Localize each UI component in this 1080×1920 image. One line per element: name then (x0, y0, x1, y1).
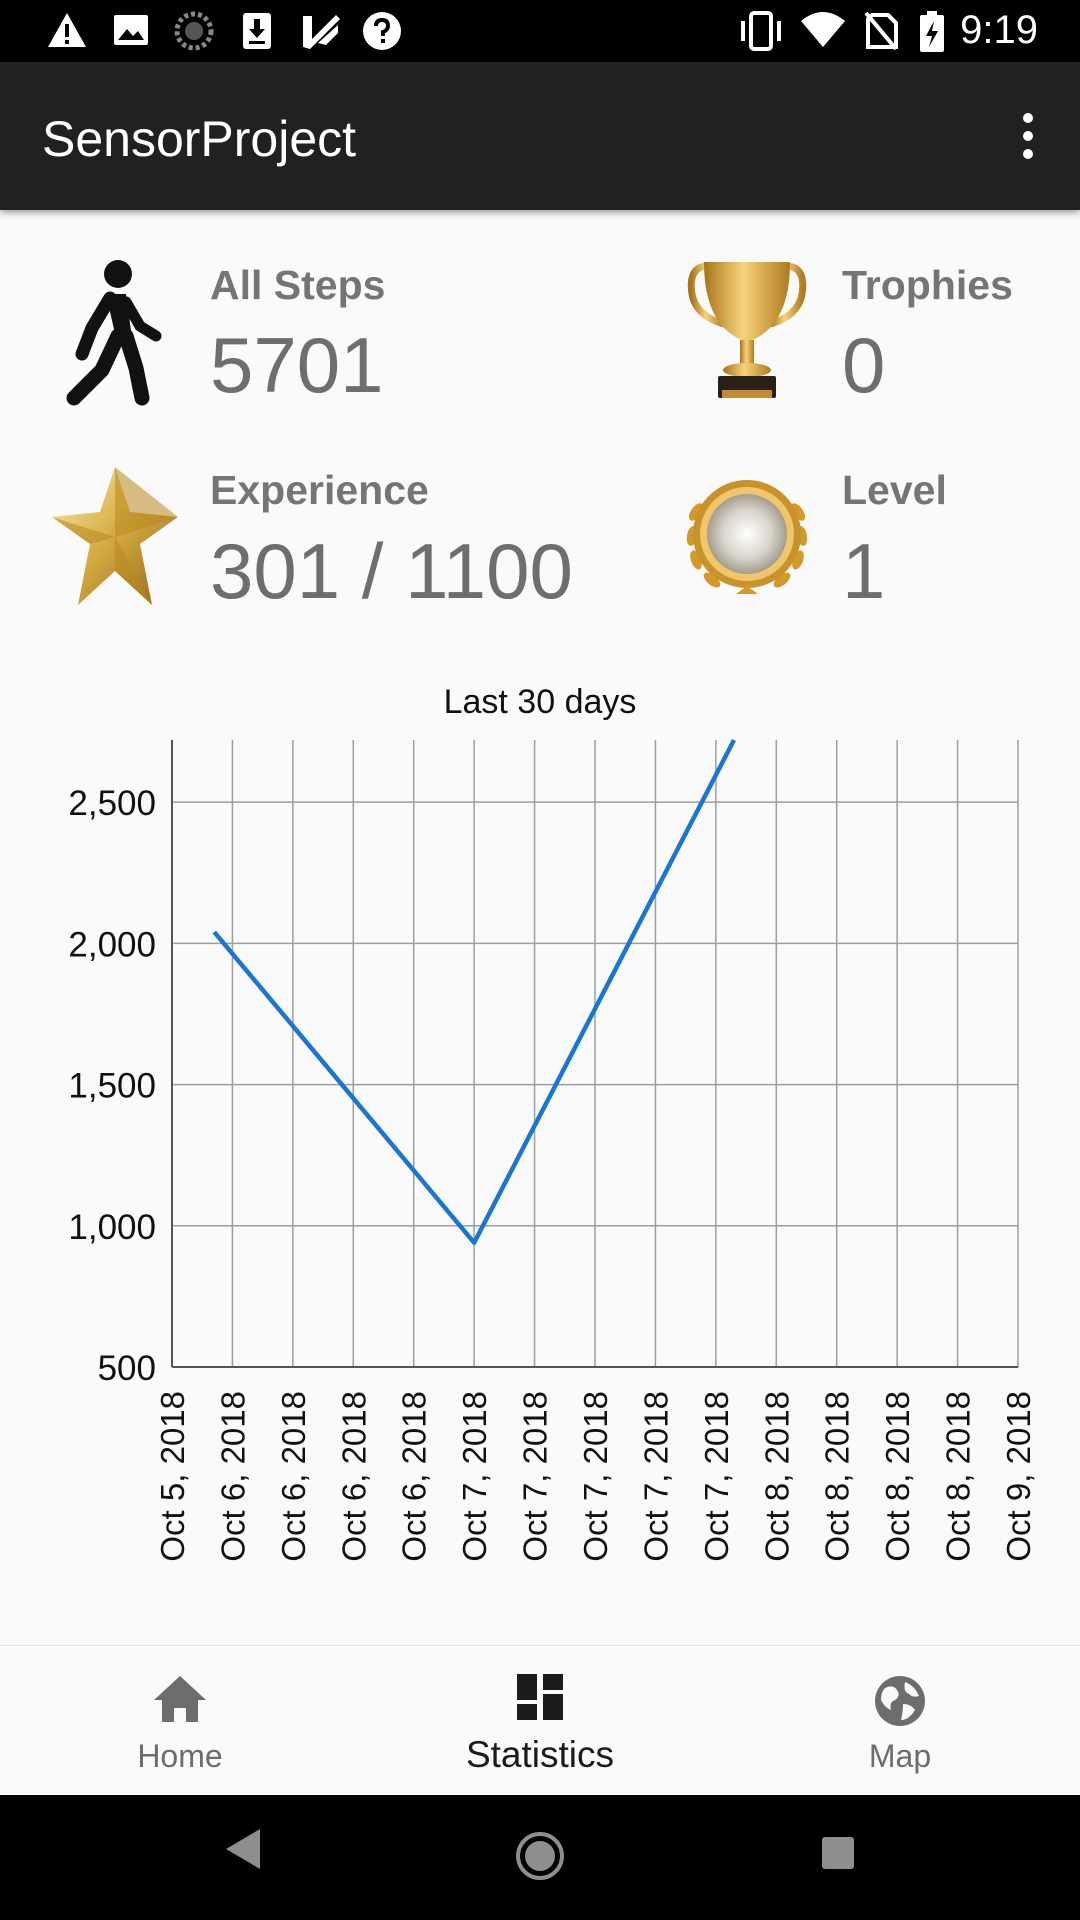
spinner-icon (174, 11, 214, 51)
overflow-menu-icon[interactable] (998, 106, 1058, 166)
x-tick-label: Oct 6, 2018 (396, 1391, 433, 1562)
trophy-icon (687, 262, 807, 398)
nav-statistics-label: Statistics (465, 1734, 615, 1775)
clock: 9:19 (960, 8, 1038, 52)
x-tick-label: Oct 8, 2018 (819, 1391, 856, 1562)
wifi-icon (801, 12, 845, 47)
experience-value: 301 / 1100 (210, 527, 573, 615)
home-circle-icon[interactable] (515, 1831, 565, 1881)
x-tick-label: Oct 8, 2018 (879, 1391, 916, 1562)
x-tick-label: Oct 8, 2018 (940, 1391, 977, 1562)
x-tick-label: Oct 7, 2018 (456, 1391, 493, 1562)
home-icon (154, 1676, 206, 1722)
y-tick-label: 2,000 (68, 925, 156, 964)
download-icon (243, 13, 271, 49)
steps-chart: 500 1,000 1,500 2,000 2,500 Oct 5, 2018 Oct 6,… (68, 738, 1037, 1562)
steps-value: 5701 (210, 321, 384, 409)
help-icon (363, 12, 401, 50)
back-icon[interactable] (222, 1825, 264, 1873)
nav-map-label: Map (868, 1738, 932, 1774)
battery-charging-icon (920, 11, 944, 52)
status-bar: 9:19 (0, 0, 1080, 62)
nav-home-label: Home (137, 1738, 223, 1774)
y-tick-label: 2,500 (68, 784, 156, 823)
warning-icon (48, 13, 86, 47)
chart-title: Last 30 days (443, 683, 637, 721)
x-tick-label: Oct 9, 2018 (1000, 1391, 1037, 1562)
app-title: SensorProject (42, 111, 357, 167)
globe-icon (875, 1676, 925, 1726)
vibrate-icon (741, 11, 781, 51)
y-tick-label: 1,500 (68, 1067, 156, 1106)
nav-map[interactable]: Map (720, 1646, 1080, 1796)
x-tick-label: Oct 7, 2018 (517, 1391, 554, 1562)
level-value: 1 (842, 527, 886, 615)
dashboard-icon (517, 1674, 563, 1720)
recents-icon[interactable] (820, 1835, 856, 1871)
x-tick-label: Oct 6, 2018 (214, 1391, 251, 1562)
x-tick-label: Oct 6, 2018 (335, 1391, 372, 1562)
x-tick-label: Oct 6, 2018 (275, 1391, 312, 1562)
x-tick-label: Oct 5, 2018 (154, 1391, 191, 1562)
system-navigation-bar (0, 1795, 1080, 1920)
nav-home[interactable]: Home (0, 1646, 360, 1796)
walking-icon (66, 260, 162, 406)
trophies-label: Trophies (842, 262, 1013, 308)
task-icon (303, 15, 340, 49)
x-tick-label: Oct 7, 2018 (698, 1391, 735, 1562)
x-tick-label: Oct 7, 2018 (577, 1391, 614, 1562)
level-label: Level (842, 467, 947, 513)
experience-label: Experience (210, 467, 429, 513)
medal-icon (686, 480, 808, 594)
image-icon (114, 15, 148, 45)
bottom-navigation: Home Statistics Map (0, 1645, 1080, 1796)
app-bar: SensorProject (0, 62, 1080, 210)
no-sim-icon (864, 11, 898, 51)
star-icon (52, 467, 178, 605)
y-tick-label: 1,000 (68, 1208, 156, 1247)
trophies-value: 0 (842, 321, 886, 409)
x-tick-label: Oct 8, 2018 (758, 1391, 795, 1562)
nav-statistics[interactable]: Statistics (360, 1646, 720, 1796)
steps-label: All Steps (210, 262, 386, 308)
x-tick-label: Oct 7, 2018 (637, 1391, 674, 1562)
y-tick-label: 500 (98, 1349, 156, 1388)
